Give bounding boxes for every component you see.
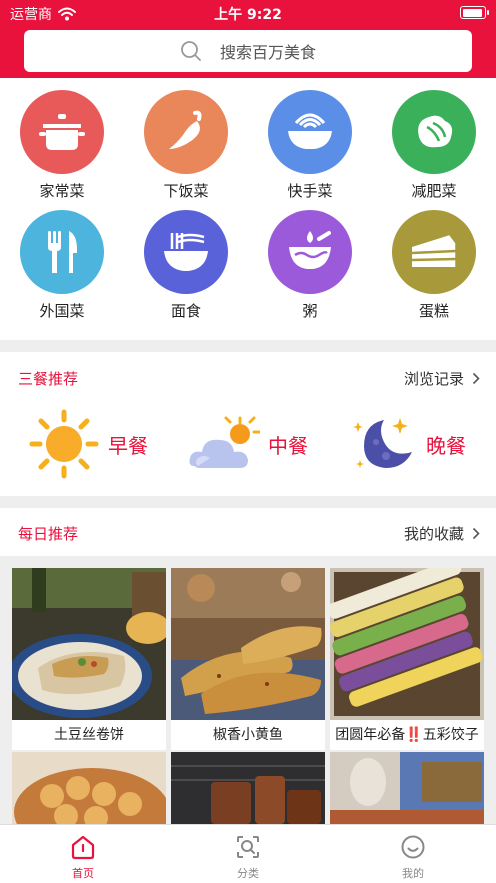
chevron-right-icon: [472, 527, 480, 540]
pot-icon: [20, 90, 104, 174]
recipe-title: 团圆年必备‼️五彩饺子: [335, 727, 479, 743]
category-noodles[interactable]: 面食: [131, 210, 241, 321]
meal-breakfast[interactable]: 早餐: [28, 409, 148, 479]
porridge-bowl-icon: [268, 210, 352, 294]
category-label: 粥: [302, 302, 318, 320]
status-time: 上午 9:22: [214, 7, 282, 23]
category-porridge[interactable]: 粥: [255, 210, 365, 321]
tab-label: 我的: [402, 867, 424, 880]
category-rice-dishes[interactable]: 下饭菜: [131, 90, 241, 201]
daily-section-title: 每日推荐: [18, 525, 79, 543]
category-foreign-dishes[interactable]: 外国菜: [7, 210, 117, 321]
meals-section-title: 三餐推荐: [18, 370, 79, 388]
recipe-image: [12, 568, 166, 720]
recipe-image: [12, 752, 166, 824]
favorites-link[interactable]: 我的收藏: [404, 523, 480, 544]
tab-category[interactable]: 分类: [208, 833, 288, 881]
meal-label: 晚餐: [426, 433, 466, 458]
fork-knife-icon: [20, 210, 104, 294]
recipe-card[interactable]: 椒香小黄鱼: [171, 568, 325, 750]
tab-profile[interactable]: 我的: [373, 833, 453, 881]
tab-home[interactable]: 首页: [43, 833, 123, 881]
category-quick-dishes[interactable]: 快手菜: [255, 90, 365, 201]
search-placeholder: 搜索百万美食: [219, 43, 316, 62]
recipe-card[interactable]: 土豆丝卷饼: [12, 568, 166, 750]
recipe-card[interactable]: 团圆年必备‼️五彩饺子: [330, 568, 484, 750]
home-icon: [68, 833, 98, 861]
chevron-right-icon: [472, 372, 480, 385]
meal-label: 中餐: [268, 433, 308, 458]
category-label: 下饭菜: [163, 182, 209, 200]
profile-smile-icon: [398, 833, 428, 861]
category-label: 家常菜: [39, 182, 85, 200]
category-home-cooking[interactable]: 家常菜: [7, 90, 117, 201]
search-bar[interactable]: 搜索百万美食: [24, 30, 472, 72]
sun-cloud-icon: [189, 416, 260, 468]
status-bar: 运营商 上午 9:22: [0, 0, 496, 26]
recipe-image: [330, 752, 484, 824]
category-search-icon: [233, 833, 263, 861]
meals-section: 三餐推荐 浏览记录 早餐 中餐 晚餐: [0, 352, 496, 496]
recipe-image: [330, 568, 484, 720]
category-label: 外国菜: [39, 302, 85, 320]
category-label: 面食: [170, 302, 201, 320]
history-link-label: 浏览记录: [403, 370, 464, 388]
vegetable-icon: [392, 90, 476, 174]
category-cakes[interactable]: 蛋糕: [379, 210, 489, 321]
tab-label: 分类: [237, 867, 259, 880]
meal-lunch[interactable]: 中餐: [188, 412, 308, 476]
chili-icon: [144, 90, 228, 174]
sun-icon: [29, 409, 99, 479]
category-label: 蛋糕: [418, 302, 449, 320]
recipe-image: [171, 568, 325, 720]
recipe-title: 土豆丝卷饼: [54, 727, 124, 743]
category-label: 快手菜: [287, 182, 333, 200]
tab-label: 首页: [72, 867, 94, 880]
search-icon: [181, 41, 201, 61]
category-label: 减肥菜: [411, 182, 457, 200]
category-diet-dishes[interactable]: 减肥菜: [379, 90, 489, 201]
category-grid: 家常菜 下饭菜 快手菜 减肥菜 外国菜 面食 粥 蛋糕: [0, 78, 496, 340]
meal-dinner[interactable]: 晚餐: [350, 412, 466, 476]
app-header: 运营商 上午 9:22 搜索百万美食: [0, 0, 496, 78]
recipe-image: [171, 752, 325, 824]
noodle-bowl-icon: [268, 90, 352, 174]
cake-icon: [392, 210, 476, 294]
recipe-title: 椒香小黄鱼: [213, 727, 283, 743]
battery-icon: [460, 6, 489, 19]
recipe-grid: 土豆丝卷饼 椒香小黄鱼 团圆年必备‼️五彩饺子: [0, 556, 496, 854]
meal-label: 早餐: [108, 433, 148, 458]
noodles-icon: [144, 210, 228, 294]
moon-stars-icon: [353, 418, 412, 468]
favorites-link-label: 我的收藏: [403, 525, 464, 543]
history-link[interactable]: 浏览记录: [404, 368, 480, 389]
daily-section-header: 每日推荐 我的收藏: [0, 508, 496, 556]
bottom-tab-bar: 首页 分类 我的: [0, 824, 496, 883]
